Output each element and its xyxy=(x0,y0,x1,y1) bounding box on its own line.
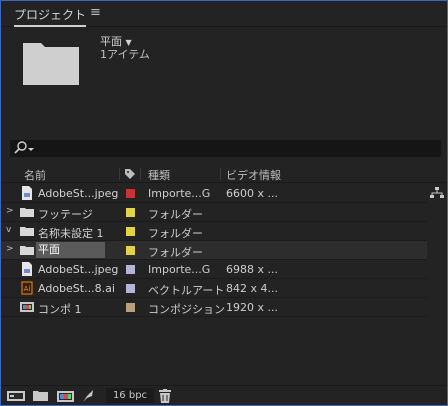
table-row[interactable]: Ai AdobeSt...8.ai ベクトルアート 842 x 4... xyxy=(1,279,427,298)
item-name: コンポ 1 xyxy=(38,303,82,316)
label-color-swatch[interactable] xyxy=(126,246,135,255)
image-file-icon xyxy=(22,262,32,276)
label-color-swatch[interactable] xyxy=(126,208,135,217)
search-icon xyxy=(14,141,34,154)
table-row[interactable]: v 名称未設定 1 フォルダー xyxy=(1,222,427,241)
interpret-footage-icon[interactable] xyxy=(7,389,25,403)
item-name: AdobeSt...8.ai xyxy=(38,282,115,295)
label-icon[interactable] xyxy=(124,168,136,180)
column-divider xyxy=(140,168,141,180)
table-row[interactable]: > フッテージ フォルダー xyxy=(1,203,427,222)
label-color-swatch[interactable] xyxy=(126,303,135,312)
table-row[interactable]: AdobeSt...jpeg Importe...G 6600 x ... xyxy=(1,184,427,203)
column-video-info[interactable]: ビデオ情報 xyxy=(226,167,281,183)
hamburger-icon[interactable]: ≡ xyxy=(90,5,101,20)
image-file-icon xyxy=(22,186,32,200)
item-name: AdobeSt...jpeg xyxy=(38,187,119,200)
item-type: フォルダー xyxy=(148,208,203,221)
panel-footer: 16 bpc xyxy=(1,385,447,405)
item-type: Importe...G xyxy=(148,187,211,200)
selected-item-count: 1アイテム xyxy=(100,48,150,61)
collapse-arrow-icon[interactable]: v xyxy=(6,225,11,235)
item-type: フォルダー xyxy=(148,246,203,259)
item-type: Importe...G xyxy=(148,263,211,276)
table-row[interactable]: コンポ 1 コンポジション 1920 x ... xyxy=(1,298,427,317)
folder-thumbnail-icon xyxy=(23,43,79,85)
item-type: ベクトルアート xyxy=(148,284,225,297)
composition-icon xyxy=(20,302,34,312)
new-composition-icon[interactable] xyxy=(57,389,74,403)
expand-arrow-icon[interactable]: > xyxy=(6,244,14,254)
label-color-swatch[interactable] xyxy=(126,189,135,198)
column-divider xyxy=(119,168,120,180)
svg-text:Ai: Ai xyxy=(24,285,31,293)
label-color-swatch[interactable] xyxy=(126,227,135,236)
item-name-editing[interactable]: 平面 xyxy=(36,242,105,258)
illustrator-file-icon: Ai xyxy=(21,281,33,295)
item-video-info: 1920 x ... xyxy=(226,301,278,314)
flowchart-icon[interactable] xyxy=(430,187,444,199)
item-name: フッテージ xyxy=(38,208,93,221)
search-input[interactable] xyxy=(10,140,441,157)
item-type: コンポジション xyxy=(148,303,225,316)
item-type: フォルダー xyxy=(148,227,203,240)
column-header: 名前 種類 ビデオ情報 xyxy=(1,165,447,183)
label-color-swatch[interactable] xyxy=(126,284,135,293)
project-settings-icon[interactable] xyxy=(81,389,95,403)
column-type[interactable]: 種類 xyxy=(148,167,170,183)
table-row[interactable]: AdobeSt...jpeg Importe...G 6988 x ... xyxy=(1,260,427,279)
item-video-info: 842 x 4... xyxy=(226,282,278,295)
item-name: AdobeSt...jpeg xyxy=(38,263,119,276)
panel-title[interactable]: プロジェクト xyxy=(14,6,87,27)
column-name[interactable]: 名前 xyxy=(24,167,46,183)
trash-icon[interactable] xyxy=(159,389,171,403)
table-row-selected[interactable]: > 平面 フォルダー xyxy=(1,241,427,260)
panel-header: プロジェクト ≡ xyxy=(1,1,447,27)
expand-arrow-icon[interactable]: > xyxy=(6,206,14,216)
item-video-info: 6600 x ... xyxy=(226,187,278,200)
folder-icon xyxy=(20,208,34,217)
item-video-info: 6988 x ... xyxy=(226,263,278,276)
column-divider xyxy=(220,168,221,180)
new-folder-icon[interactable] xyxy=(33,389,48,402)
folder-icon xyxy=(20,246,34,255)
project-panel: プロジェクト ≡ 平面 ▼ 1アイテム 名前 種類 ビデオ情報 AdobeSt.… xyxy=(0,0,448,406)
item-name: 名称未設定 1 xyxy=(38,227,104,240)
color-depth-button[interactable]: 16 bpc xyxy=(106,388,154,403)
label-color-swatch[interactable] xyxy=(126,265,135,274)
folder-icon xyxy=(20,227,34,236)
